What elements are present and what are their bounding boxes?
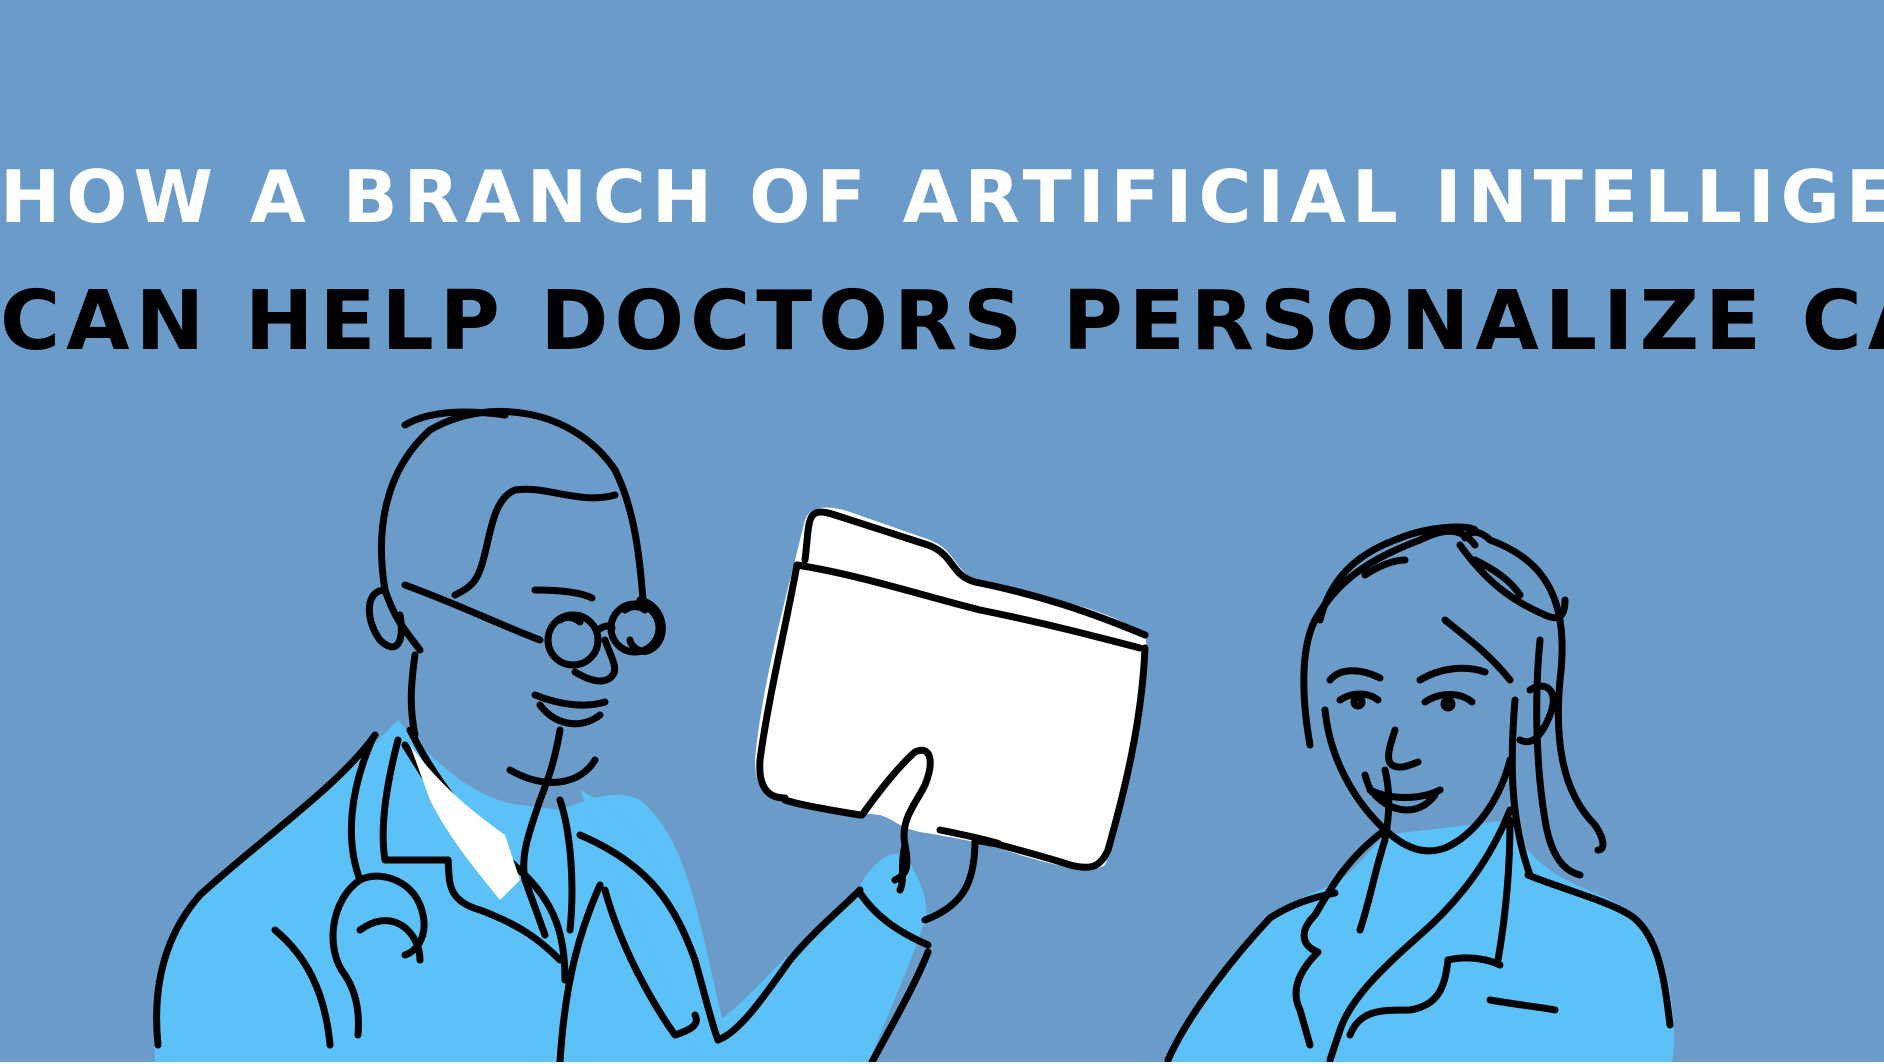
- folder: [755, 507, 1149, 924]
- male-doctor-head: [377, 407, 647, 604]
- female-doctor-hair: [1316, 523, 1479, 624]
- illustration-canvas: HOW A BRANCH OF ARTIFICIAL INTELLIGENCE …: [0, 0, 1884, 1062]
- doctors-illustration: [153, 407, 1675, 1062]
- female-doctor-coat: [1165, 820, 1675, 1062]
- glasses: [401, 581, 544, 644]
- female-doctor: [1164, 523, 1675, 1062]
